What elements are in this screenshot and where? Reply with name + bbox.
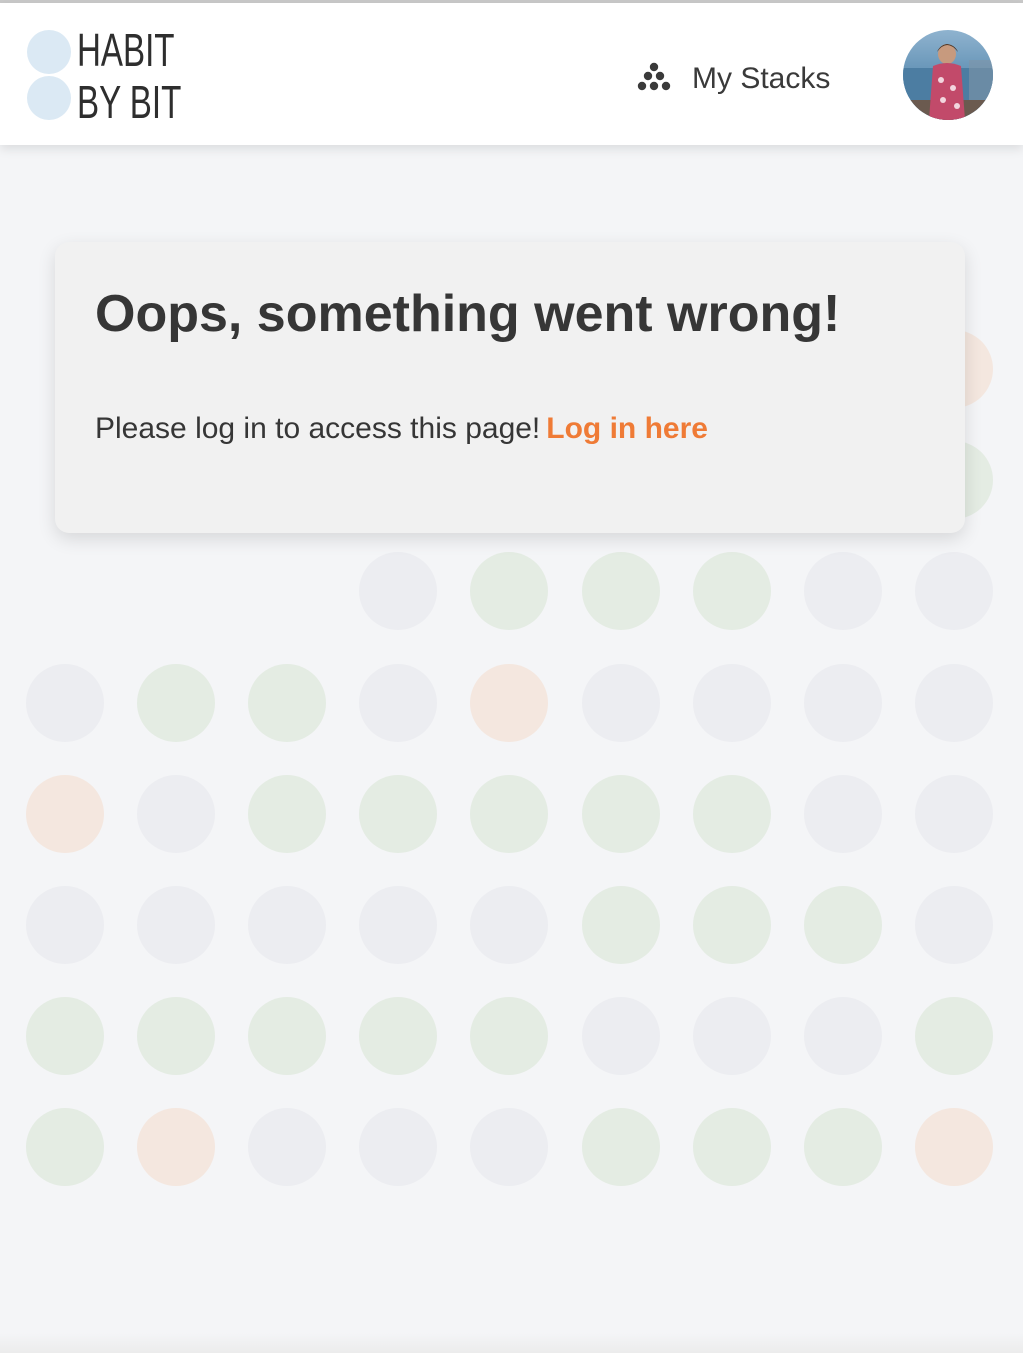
user-avatar[interactable]: [903, 30, 993, 120]
habit-dot-gray: [692, 663, 771, 742]
habit-dot-green: [581, 774, 660, 853]
habit-dot-gray: [359, 886, 438, 964]
habit-dot-green: [803, 1108, 882, 1187]
habit-dot-gray: [914, 886, 993, 964]
habit-dot-gray: [914, 663, 993, 742]
habit-dot-gray: [803, 552, 882, 631]
habit-dot-green: [248, 774, 327, 853]
habit-dot-gray: [581, 663, 660, 742]
habit-dot-green: [359, 997, 438, 1076]
habit-dot-gray: [359, 1108, 438, 1187]
my-stacks-label: My Stacks: [692, 62, 831, 95]
habit-dot-gray: [581, 997, 660, 1076]
habit-dot-orange: [470, 663, 549, 742]
habit-dot-gray: [914, 552, 993, 631]
habit-dot-green: [692, 886, 771, 964]
habit-dot-green: [692, 1108, 771, 1187]
logo-dot-icon: [27, 76, 71, 120]
my-stacks-link[interactable]: My Stacks: [636, 57, 830, 101]
logo-text-line1: HABIT: [77, 24, 175, 76]
habit-dot-green: [359, 774, 438, 853]
error-title: Oops, something went wrong!: [95, 285, 841, 343]
habit-dot-gray: [137, 886, 216, 964]
habit-dot-green: [470, 997, 549, 1076]
stack-icon: [637, 62, 671, 91]
habit-dot-gray: [470, 886, 549, 964]
error-card: Oops, something went wrong! Please log i…: [55, 242, 965, 533]
habit-dot-green: [26, 997, 104, 1076]
bottom-fade: [0, 1333, 1023, 1353]
habit-dot-green: [914, 997, 993, 1076]
habit-dot-green: [581, 1108, 660, 1187]
habit-dot-gray: [470, 1108, 549, 1187]
habit-dot-gray: [914, 774, 993, 853]
habit-dot-green: [137, 663, 216, 742]
habit-dot-green: [692, 552, 771, 631]
habit-dot-orange: [914, 1108, 993, 1187]
habit-dot-green: [137, 997, 216, 1076]
error-message-row: Please log in to access this page! Log in…: [95, 412, 708, 446]
habit-dot-green: [26, 1108, 104, 1187]
habit-dot-green: [581, 552, 660, 631]
habit-dot-green: [692, 774, 771, 853]
habit-dot-orange: [26, 774, 104, 853]
brand-logo[interactable]: HABIT BY BIT: [27, 25, 227, 125]
habit-dot-gray: [359, 552, 438, 631]
habit-dot-gray: [248, 1108, 327, 1187]
habit-dot-green: [581, 886, 660, 964]
habit-dot-gray: [803, 663, 882, 742]
habit-dot-gray: [692, 997, 771, 1076]
habit-dot-green: [248, 997, 327, 1076]
habit-dot-gray: [137, 774, 216, 853]
habit-dot-gray: [803, 997, 882, 1076]
habit-dot-gray: [26, 663, 104, 742]
habit-dot-gray: [359, 663, 438, 742]
habit-dot-green: [470, 552, 549, 631]
login-link[interactable]: Log in here: [546, 412, 708, 445]
app-header: HABIT BY BIT My Stacks: [0, 3, 1023, 145]
logo-dot-icon: [27, 30, 71, 74]
habit-dot-gray: [26, 886, 104, 964]
habit-dot-orange: [137, 1108, 216, 1187]
error-message: Please log in to access this page!: [95, 412, 541, 445]
habit-dot-gray: [248, 886, 327, 964]
avatar-photo-icon: [903, 30, 993, 120]
logo-text-line2: BY BIT: [77, 76, 182, 128]
habit-dot-green: [248, 663, 327, 742]
habit-dot-green: [470, 774, 549, 853]
habit-dot-gray: [803, 774, 882, 853]
habit-dot-green: [803, 886, 882, 964]
